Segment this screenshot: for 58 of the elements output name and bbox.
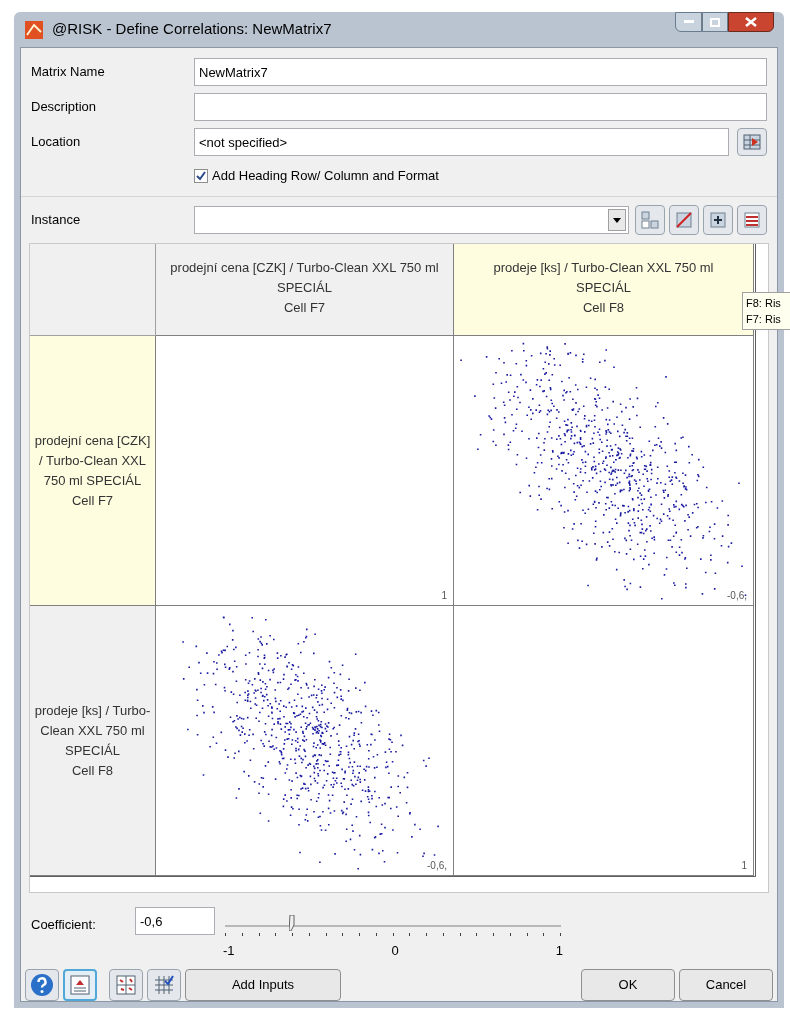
- row-header[interactable]: prodejní cena [CZK] / Turbo-Clean XXL 750 ml SPECIÁL Cell F7: [30, 336, 156, 606]
- close-button[interactable]: [728, 12, 774, 32]
- header-label: prodejní cena [CZK] / Turbo-Clean XXL 750 ml SPECIÁL: [169, 259, 440, 297]
- minimize-button[interactable]: [675, 12, 702, 32]
- grid-icon: [641, 211, 659, 229]
- toolbar-button[interactable]: [703, 205, 733, 235]
- header-label: prodeje [ks] / Turbo-Clean XXL 750 ml SPECIÁL: [492, 259, 715, 297]
- cancel-button[interactable]: Cancel: [679, 969, 773, 1001]
- minimize-icon: [683, 20, 694, 24]
- tick-label: -1: [223, 942, 235, 960]
- cell-reference: Cell F7: [283, 299, 326, 317]
- coefficient-label: -0,6,: [427, 859, 447, 873]
- slider-thumb[interactable]: [289, 915, 296, 931]
- help-button[interactable]: [25, 969, 59, 1001]
- tick-label: 1: [555, 942, 563, 960]
- coefficient-label: 1: [741, 859, 747, 873]
- chart-window-icon: [70, 975, 90, 995]
- add-grid-icon: [709, 211, 727, 229]
- checkbox-label: Add Heading Row/ Column and Format: [212, 167, 439, 186]
- field-label: Coefficient:: [31, 916, 97, 934]
- header-label: prodejní cena [CZK] / Turbo-Clean XXL 750 ml SPECIÁL: [34, 431, 151, 490]
- header-label: prodeje [ks] / Turbo-Clean XXL 750 ml SPECIÁL: [34, 701, 151, 760]
- help-icon: [30, 973, 54, 997]
- instance-dropdown[interactable]: [194, 206, 629, 234]
- ok-button[interactable]: OK: [581, 969, 675, 1001]
- window-title: @RISK - Define Correlations: NewMatrix7: [52, 19, 332, 40]
- select-range-button[interactable]: [737, 128, 767, 156]
- maximize-button[interactable]: [702, 12, 728, 32]
- add-inputs-button[interactable]: Add Inputs: [185, 969, 341, 1001]
- maximize-icon: [710, 17, 720, 27]
- field-label: Matrix Name: [31, 63, 106, 82]
- matrix-icon: [743, 211, 761, 229]
- field-label: Instance: [31, 211, 82, 230]
- swap-grid-icon: [116, 975, 136, 995]
- coefficient-field[interactable]: -0,6: [135, 907, 215, 935]
- column-header[interactable]: prodejní cena [CZK] / Turbo-Clean XXL 750 ml SPECIÁL Cell F7: [156, 244, 454, 336]
- coefficient-label: -0,6,: [727, 589, 747, 603]
- check-table-button[interactable]: [147, 969, 181, 1001]
- field-label: Location: [31, 133, 82, 152]
- cell-reference: Cell F8: [582, 299, 625, 317]
- toolbar-button[interactable]: [737, 205, 767, 235]
- table-check-icon: [154, 975, 174, 995]
- close-icon: [745, 17, 757, 27]
- text-field[interactable]: [194, 93, 767, 121]
- checkbox[interactable]: [194, 169, 208, 183]
- text-field[interactable]: <not specified>: [194, 128, 729, 156]
- cell-reference: Cell F8: [71, 761, 114, 780]
- tick-label: 0: [391, 942, 399, 960]
- swap-button[interactable]: [109, 969, 143, 1001]
- display-button[interactable]: [63, 969, 97, 1001]
- cell-reference: Cell F7: [71, 491, 114, 510]
- field-label: Description: [31, 98, 98, 117]
- sheet-arrow-icon: [743, 133, 761, 151]
- text-field[interactable]: NewMatrix7: [194, 58, 767, 86]
- coefficient-label: 1: [441, 589, 447, 603]
- row-header[interactable]: prodeje [ks] / Turbo-Clean XXL 750 ml SPECIÁL Cell F8: [30, 606, 156, 876]
- delete-grid-icon: [675, 211, 693, 229]
- app-logo-icon: [24, 19, 44, 40]
